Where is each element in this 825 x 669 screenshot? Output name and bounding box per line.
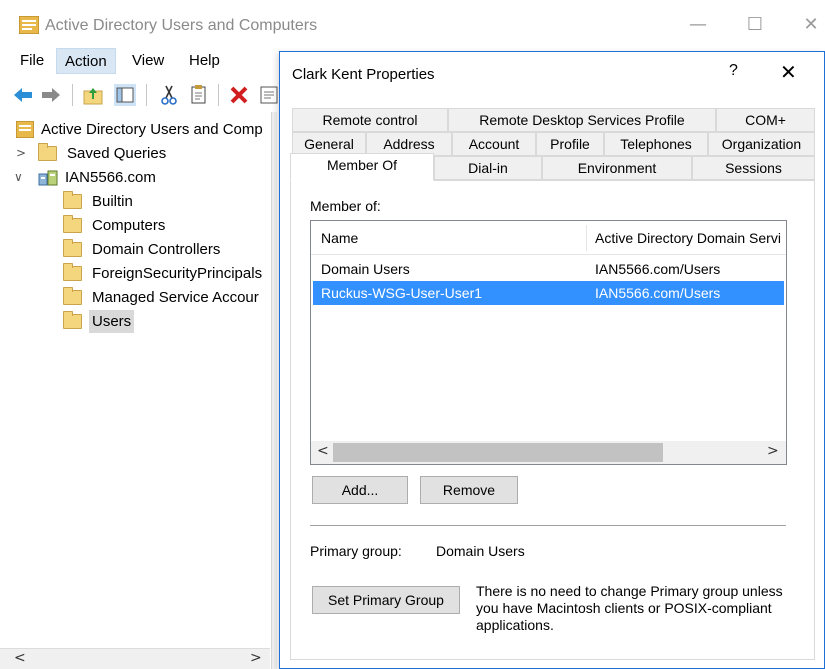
tab-environment[interactable]: Environment [542, 156, 692, 180]
scroll-right-icon[interactable]: > [767, 443, 779, 459]
folder-icon [63, 191, 82, 209]
folder-icon [38, 143, 57, 161]
menu-bar: File Action View Help [0, 48, 280, 74]
list-item[interactable]: Domain Users IAN5566.com/Users [313, 257, 784, 281]
remove-button[interactable]: Remove [420, 476, 518, 504]
menu-view[interactable]: View [124, 48, 172, 74]
tab-member-of[interactable]: Member Of [290, 153, 434, 181]
tab-sessions[interactable]: Sessions [692, 156, 815, 180]
dialog-close-button[interactable]: ✕ [780, 60, 797, 84]
scroll-left-icon[interactable]: < [14, 650, 26, 666]
column-header-name[interactable]: Name [321, 221, 571, 255]
group-name: Domain Users [321, 261, 410, 277]
expand-chevron-icon[interactable]: > [16, 142, 30, 165]
menu-help[interactable]: Help [181, 48, 228, 74]
group-folder: IAN5566.com/Users [595, 285, 721, 301]
close-window-button[interactable]: ✕ [796, 13, 825, 37]
maximize-button[interactable]: ☐ [740, 13, 770, 37]
delete-icon[interactable] [228, 84, 250, 106]
group-folder: IAN5566.com/Users [595, 261, 721, 277]
menu-file[interactable]: File [12, 48, 52, 74]
tree-label: Builtin [92, 193, 133, 210]
console-tree: Active Directory Users and Comp > Saved … [12, 118, 270, 638]
column-header-folder[interactable]: Active Directory Domain Servi [595, 221, 785, 255]
member-of-label: Member of: [310, 198, 381, 214]
tab-remote-control[interactable]: Remote control [292, 108, 448, 132]
column-separator[interactable] [586, 225, 587, 251]
menu-action[interactable]: Action [56, 48, 116, 74]
set-primary-group-button[interactable]: Set Primary Group [312, 586, 460, 614]
folder-icon [63, 215, 82, 233]
folder-icon [63, 311, 82, 329]
ou-folder-icon [63, 239, 82, 257]
minimize-button[interactable]: — [683, 13, 713, 37]
list-item-selected[interactable]: Ruckus-WSG-User-User1 IAN5566.com/Users [313, 281, 784, 305]
member-of-list[interactable]: Name Active Directory Domain Servi Domai… [310, 220, 787, 465]
tab-profile[interactable]: Profile [536, 132, 604, 156]
tree-label: ForeignSecurityPrincipals [92, 265, 263, 282]
tree-label: Users [89, 310, 135, 333]
folder-icon [63, 287, 82, 305]
collapse-chevron-icon[interactable]: ∨ [14, 166, 28, 189]
toolbar-separator [218, 84, 219, 106]
scroll-left-icon[interactable]: < [317, 443, 329, 459]
up-folder-icon[interactable] [82, 84, 104, 106]
toolbar [0, 78, 280, 112]
toolbar-separator [146, 84, 147, 106]
tab-com-plus[interactable]: COM+ [716, 108, 815, 132]
folder-icon [63, 263, 82, 281]
back-icon[interactable] [12, 84, 34, 106]
tab-remote-desktop-services-profile[interactable]: Remote Desktop Services Profile [448, 108, 716, 132]
tree-root-label: Active Directory Users and Comp [41, 121, 263, 138]
show-hide-tree-icon[interactable] [114, 84, 136, 106]
separator-line [310, 525, 786, 526]
tab-telephones[interactable]: Telephones [604, 132, 708, 156]
aduc-app-icon [19, 16, 39, 34]
toolbar-separator [72, 84, 73, 106]
tab-dial-in[interactable]: Dial-in [434, 156, 542, 180]
list-horizontal-scrollbar[interactable]: < > [311, 441, 786, 464]
scroll-thumb[interactable] [333, 443, 663, 462]
tree-label: Domain Controllers [92, 241, 221, 258]
window-title: Active Directory Users and Computers [45, 17, 318, 34]
forward-icon[interactable] [40, 84, 62, 106]
primary-group-value: Domain Users [436, 543, 525, 559]
tab-organization[interactable]: Organization [708, 132, 815, 156]
tree-label: IAN5566.com [65, 169, 156, 186]
tree-label: Managed Service Accour [92, 289, 259, 306]
help-button[interactable]: ? [729, 62, 738, 80]
group-name: Ruckus-WSG-User-User1 [321, 285, 483, 301]
scroll-right-icon[interactable]: > [250, 650, 262, 666]
dialog-title: Clark Kent Properties [292, 66, 435, 83]
title-bar: Active Directory Users and Computers — ☐… [0, 0, 825, 46]
tab-account[interactable]: Account [452, 132, 536, 156]
properties-dialog: Clark Kent Properties ? ✕ Remote control… [279, 51, 825, 669]
tree-horizontal-scrollbar[interactable]: < > [0, 648, 270, 669]
properties-icon[interactable] [258, 84, 280, 106]
cut-icon[interactable] [158, 84, 180, 106]
primary-group-note: There is no need to change Primary group… [476, 583, 783, 633]
domain-icon [38, 170, 58, 186]
primary-group-label: Primary group: [310, 543, 402, 559]
aduc-root-icon [16, 121, 34, 138]
list-header: Name Active Directory Domain Servi [311, 221, 786, 255]
copy-icon[interactable] [188, 84, 210, 106]
pane-splitter[interactable] [271, 112, 277, 669]
tree-label: Saved Queries [67, 145, 167, 162]
tree-label: Computers [92, 217, 166, 234]
add-button[interactable]: Add... [312, 476, 408, 504]
